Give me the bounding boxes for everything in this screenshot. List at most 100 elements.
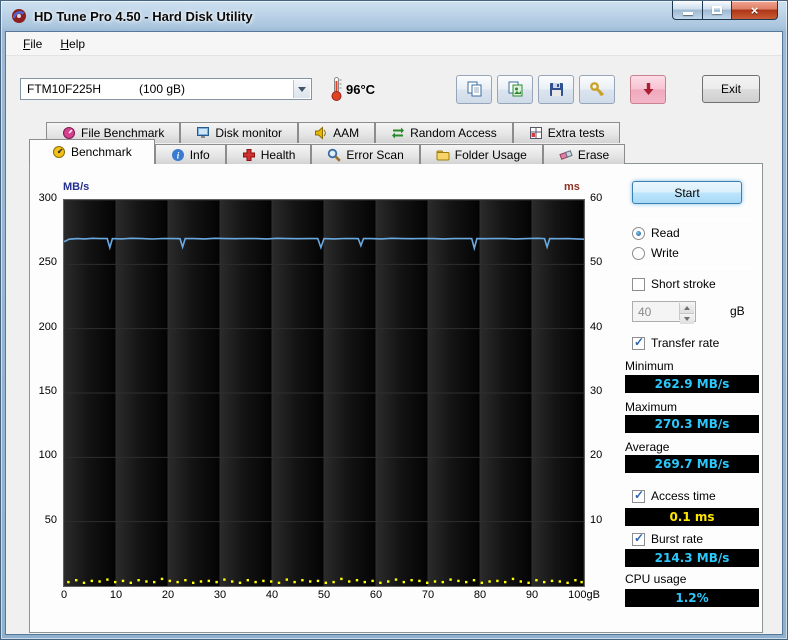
maximum-value: 270.3 MB/s xyxy=(625,415,759,433)
magnifier-icon xyxy=(327,148,341,162)
maximum-label: Maximum xyxy=(625,400,677,414)
tab-benchmark[interactable]: Benchmark xyxy=(29,139,155,164)
tab-disk-monitor[interactable]: Disk monitor xyxy=(180,122,298,143)
burst-rate-value: 214.3 MB/s xyxy=(625,549,759,567)
tab-erase[interactable]: Erase xyxy=(543,144,625,164)
y-right-tick-label: 50 xyxy=(590,256,602,268)
copy-text-button[interactable] xyxy=(456,75,492,104)
short-stroke-size-value: 40 xyxy=(638,305,651,319)
arrow-down-icon xyxy=(639,80,658,99)
chevron-down-icon[interactable] xyxy=(293,80,310,98)
tab-extra-tests[interactable]: Extra tests xyxy=(513,122,621,143)
x-tick-label: 60 xyxy=(370,589,382,601)
x-tick-label: 10 xyxy=(110,589,122,601)
minimum-value: 262.9 MB/s xyxy=(625,375,759,393)
write-label: Write xyxy=(651,246,679,260)
tab-label: File Benchmark xyxy=(81,126,164,140)
benchmark-chart xyxy=(63,199,585,587)
write-radio[interactable] xyxy=(632,247,645,260)
tab-label: Info xyxy=(190,148,210,162)
minimum-label: Minimum xyxy=(625,359,674,373)
keys-icon xyxy=(588,80,607,99)
temperature-indicator: 96°C xyxy=(330,76,375,102)
transfer-rate-row[interactable]: Transfer rate xyxy=(632,336,719,350)
toolbar: FTM10F225H (100 gB) 96°C xyxy=(6,57,782,121)
read-radio-row[interactable]: Read xyxy=(632,226,680,240)
copy-icon xyxy=(465,80,484,99)
health-cross-icon xyxy=(242,148,256,162)
short-stroke-checkbox[interactable] xyxy=(632,278,645,291)
y-right-tick-label: 40 xyxy=(590,321,602,333)
y-right-tick-label: 10 xyxy=(590,514,602,526)
save-icon xyxy=(547,80,566,99)
maximize-button[interactable] xyxy=(702,1,731,20)
short-stroke-size-input[interactable]: 40 xyxy=(632,301,696,322)
tab-label: Health xyxy=(261,148,296,162)
capture-button[interactable] xyxy=(630,75,666,104)
x-tick-label: 80 xyxy=(474,589,486,601)
spin-down-icon[interactable] xyxy=(680,314,694,324)
access-time-checkbox[interactable] xyxy=(632,490,645,503)
x-tick-label: 50 xyxy=(318,589,330,601)
average-label: Average xyxy=(625,440,669,454)
window-body: File Help FTM10F225H (100 gB) 96°C xyxy=(5,31,783,635)
tab-random-access[interactable]: Random Access xyxy=(375,122,513,143)
average-value: 269.7 MB/s xyxy=(625,455,759,473)
disk-monitor-icon xyxy=(196,126,210,140)
benchmark-page: MB/s ms 30025020015010050 605040302010 0… xyxy=(29,163,763,633)
transfer-rate-checkbox[interactable] xyxy=(632,337,645,350)
separator xyxy=(625,268,759,269)
read-radio[interactable] xyxy=(632,227,645,240)
burst-rate-checkbox[interactable] xyxy=(632,533,645,546)
x-tick-label: 40 xyxy=(266,589,278,601)
y-left-tick-label: 200 xyxy=(39,321,57,333)
access-time-row[interactable]: Access time xyxy=(632,489,716,503)
save-button[interactable] xyxy=(538,75,574,104)
exit-button[interactable]: Exit xyxy=(702,75,760,103)
drive-name: FTM10F225H xyxy=(27,82,101,96)
benchmark-icon xyxy=(52,145,66,159)
read-label: Read xyxy=(651,226,680,240)
tab-label: Disk monitor xyxy=(215,126,282,140)
short-stroke-label: Short stroke xyxy=(651,277,716,291)
separator xyxy=(625,220,759,221)
drive-size: (100 gB) xyxy=(139,82,185,96)
window-title: HD Tune Pro 4.50 - Hard Disk Utility xyxy=(34,9,253,24)
app-icon xyxy=(11,8,27,24)
drive-select[interactable]: FTM10F225H (100 gB) xyxy=(20,78,312,100)
close-icon: × xyxy=(751,4,759,17)
menu-bar: File Help xyxy=(6,32,782,56)
tab-aam[interactable]: AAM xyxy=(298,122,375,143)
start-button[interactable]: Start xyxy=(632,181,742,204)
extra-tests-icon xyxy=(529,126,543,140)
spinner-buttons xyxy=(679,303,694,320)
burst-rate-row[interactable]: Burst rate xyxy=(632,532,703,546)
options-button[interactable] xyxy=(579,75,615,104)
eraser-icon xyxy=(559,148,573,162)
tab-health[interactable]: Health xyxy=(226,144,312,164)
y-right-axis-title: ms xyxy=(564,181,580,193)
tab-label: Folder Usage xyxy=(455,148,527,162)
tab-error-scan[interactable]: Error Scan xyxy=(311,144,419,164)
cpu-usage-value: 1.2% xyxy=(625,589,759,607)
tab-label: Random Access xyxy=(410,126,497,140)
tab-label: AAM xyxy=(333,126,359,140)
tab-label: Error Scan xyxy=(346,148,403,162)
y-right-axis-ticks: 605040302010 xyxy=(590,164,624,632)
tab-folder-usage[interactable]: Folder Usage xyxy=(420,144,543,164)
short-stroke-row[interactable]: Short stroke xyxy=(632,277,716,291)
menu-file[interactable]: File xyxy=(14,34,51,54)
tab-label: Benchmark xyxy=(71,145,132,159)
tab-info[interactable]: i Info xyxy=(155,144,226,164)
copy-image-button[interactable] xyxy=(497,75,533,104)
app-window: HD Tune Pro 4.50 - Hard Disk Utility × F… xyxy=(0,0,788,640)
spin-up-icon[interactable] xyxy=(680,303,694,314)
y-left-tick-label: 150 xyxy=(39,385,57,397)
random-access-icon xyxy=(391,126,405,140)
access-time-label: Access time xyxy=(651,489,716,503)
close-button[interactable]: × xyxy=(731,1,778,20)
menu-help[interactable]: Help xyxy=(51,34,94,54)
write-radio-row[interactable]: Write xyxy=(632,246,679,260)
minimize-button[interactable] xyxy=(672,1,702,20)
title-bar[interactable]: HD Tune Pro 4.50 - Hard Disk Utility xyxy=(1,1,787,31)
